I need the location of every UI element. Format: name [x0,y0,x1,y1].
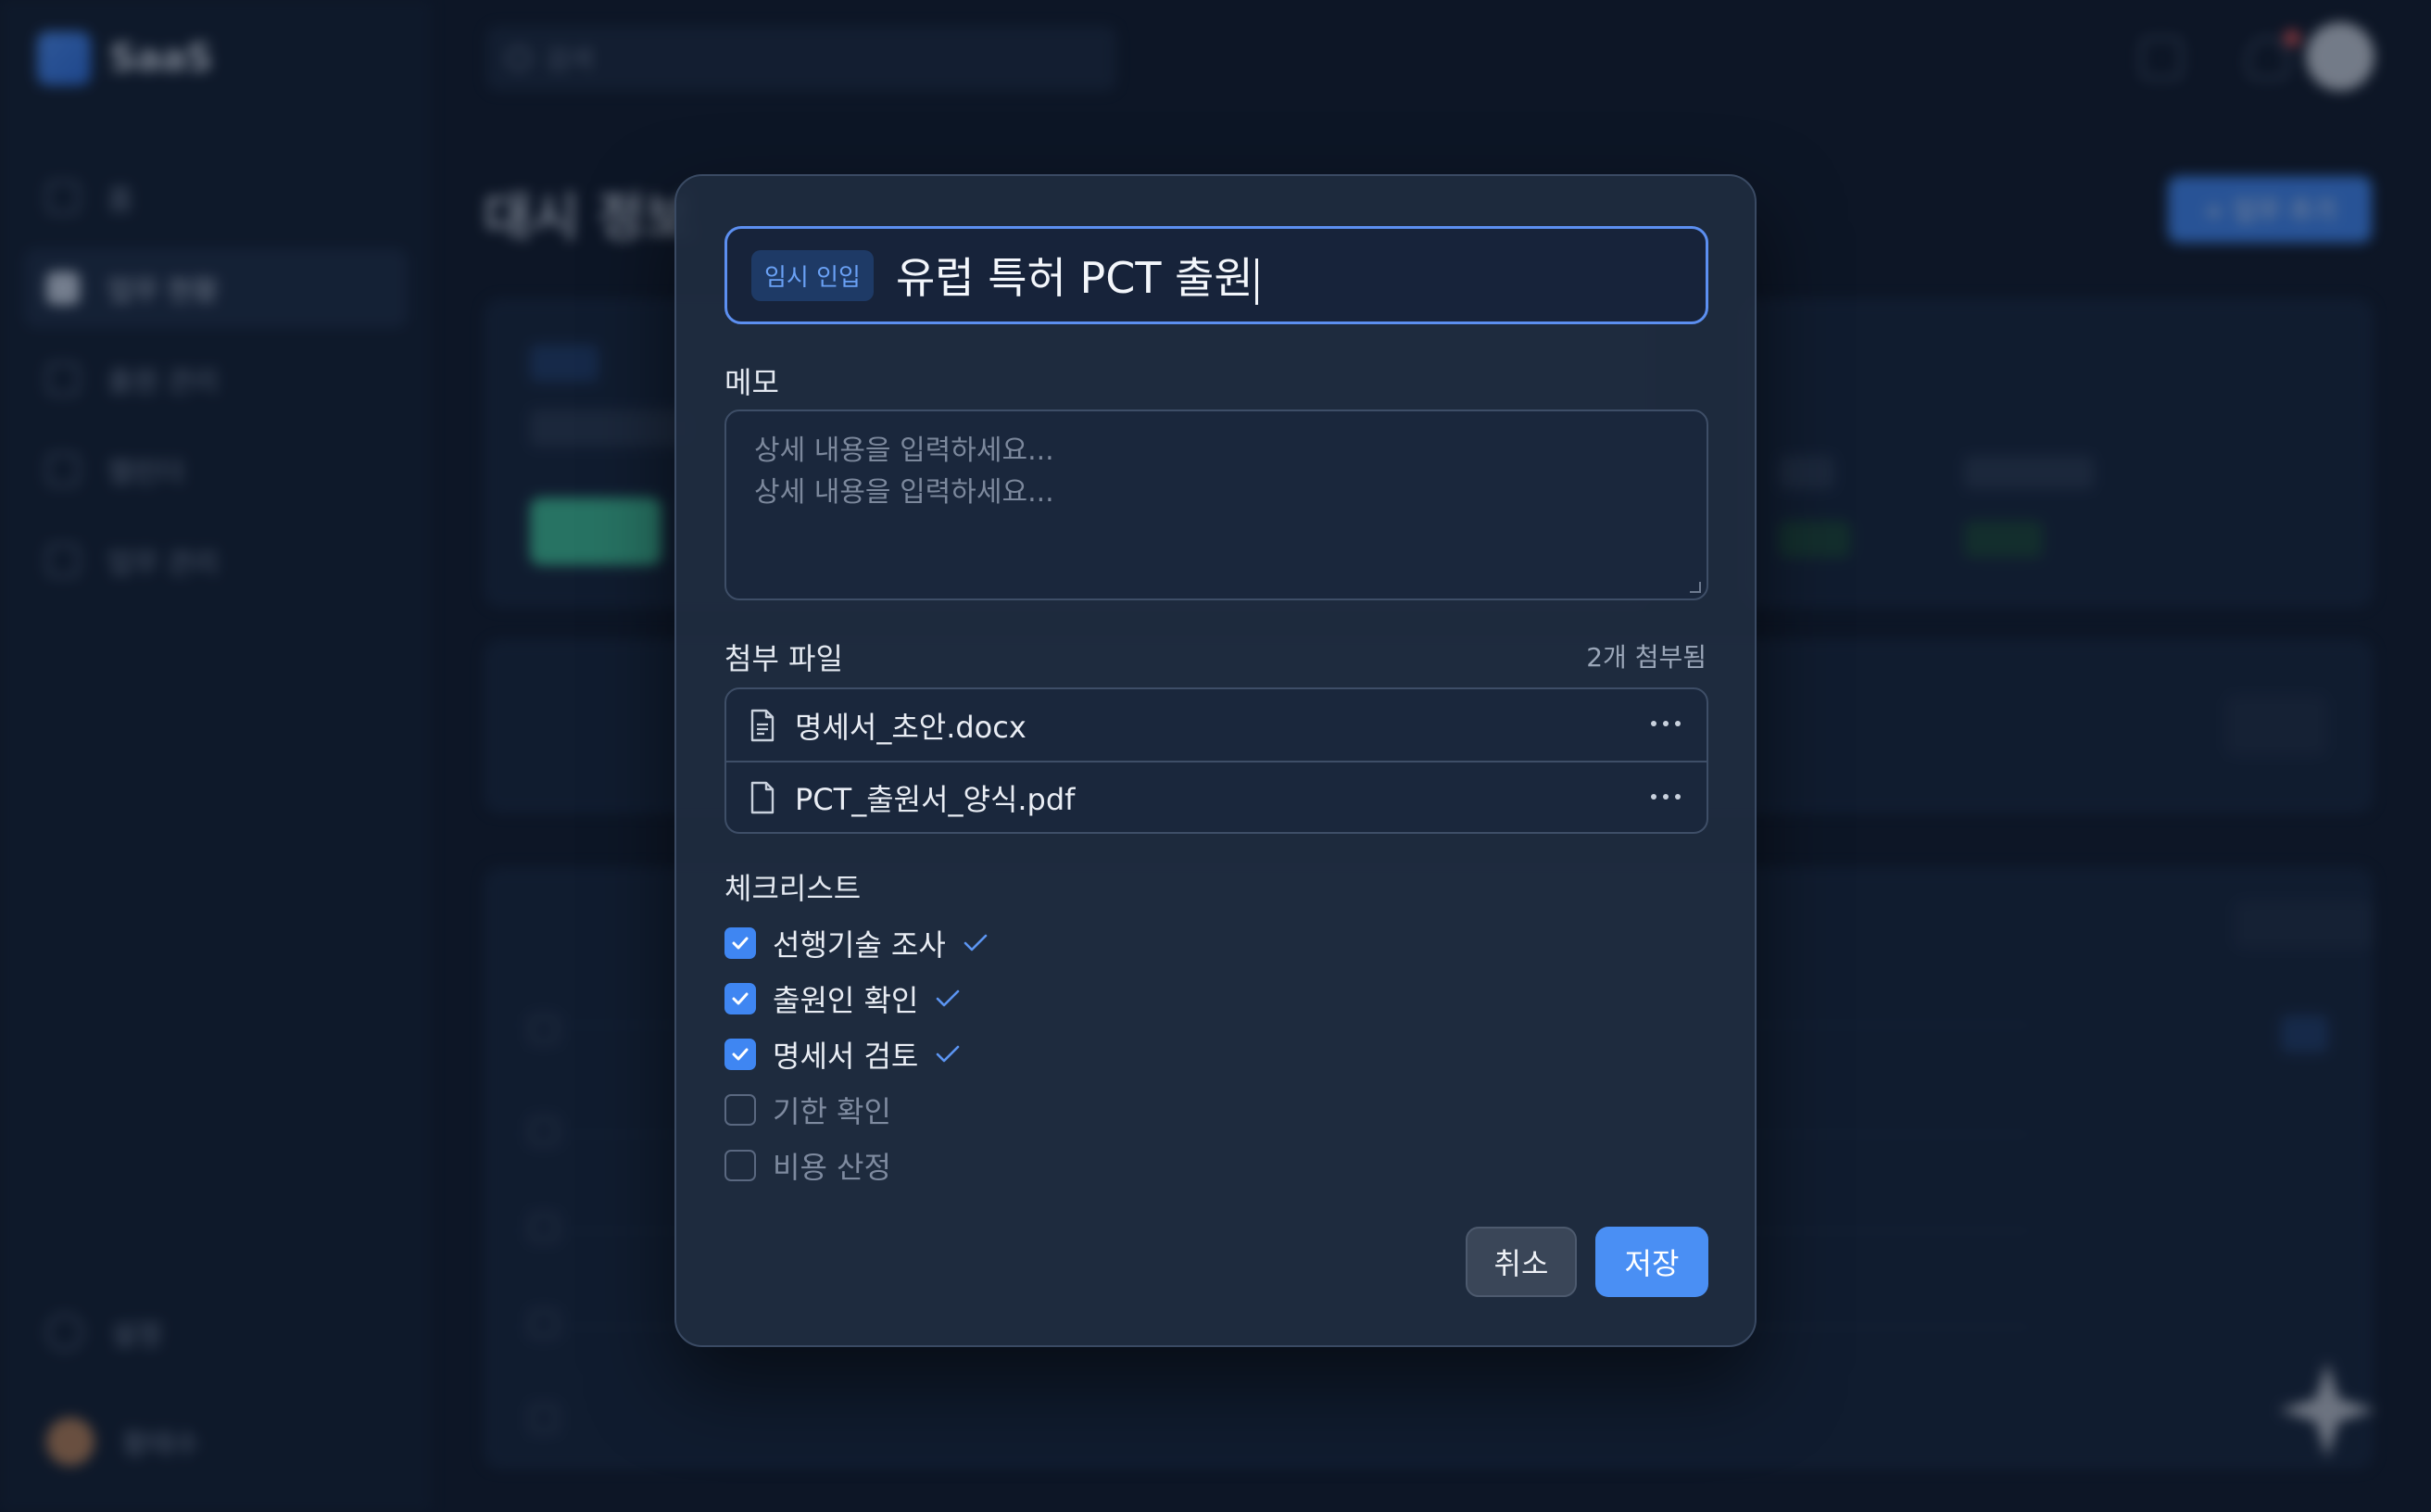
checkmark-icon [964,934,988,951]
avatar [46,1418,94,1466]
stat-pill [1779,521,1851,558]
sidebar-item-tasks[interactable]: 업무 관리 [24,521,408,600]
cancel-button[interactable]: 취소 [1466,1227,1577,1297]
sidebar-item-label: 캘린더 [107,457,184,489]
bell-icon[interactable] [2247,37,2289,80]
add-task-button[interactable]: + 업무 추가 [2168,176,2372,243]
checklist-item[interactable]: 선행기술 조사 [724,915,989,971]
status-chip[interactable]: 임시 인입 [751,249,874,301]
row-checkbox[interactable] [530,1117,558,1145]
checklist-item[interactable]: 명세서 검토 [724,1027,989,1082]
memo-label: 메모 [724,365,779,400]
attachment-item[interactable]: 명세서_초안.docx [726,689,1707,761]
filter-dropdown[interactable] [2235,901,2374,949]
checklist-label: 체크리스트 [724,871,862,906]
checklist-item[interactable]: 비용 산정 [724,1138,989,1193]
checkbox-unchecked[interactable] [724,1150,756,1181]
brand-logo-icon [37,32,91,85]
sidebar-item-label: 업무 현황 [107,275,219,308]
status-badge [530,345,598,382]
document-icon [46,362,80,396]
brand-name: SaaS [109,37,213,80]
more-horizontal-icon[interactable] [1649,788,1682,806]
checkmark-icon [937,1045,960,1063]
check-icon [732,1048,749,1061]
stat-pill [1964,521,2044,558]
sidebar-item-label: 설정 [111,1319,163,1352]
search-icon [507,46,531,70]
stats-card [1742,298,2374,608]
attachment-file-name: 명세서_초안.docx [795,709,1027,745]
grid-icon [46,271,80,305]
row-checkbox[interactable] [530,1015,558,1043]
memo-textarea[interactable]: 상세 내용을 입력하세요... 상세 내용을 입력하세요... [724,410,1708,600]
title-input-value: 유럽 특허 PCT 출원 [896,245,1258,306]
more-horizontal-icon[interactable] [1649,714,1682,733]
attachment-list: 명세서_초안.docx PCT_출원서_양식.pdf [724,687,1708,834]
attachment-item[interactable]: PCT_출원서_양식.pdf [726,761,1707,832]
sidebar-item-applications[interactable]: 출원 관리 [24,339,408,419]
sidebar-item-settings[interactable]: 설정 [46,1312,199,1353]
sidebar-item-label: 출원 관리 [107,366,219,398]
check-icon [732,992,749,1005]
sidebar-item-home[interactable]: 홈 [24,158,408,237]
document-lines-icon [750,709,775,741]
attachments-label: 첨부 파일 [724,641,843,676]
card-button[interactable] [2225,695,2327,756]
attachment-count: 2개 첨부됨 [1586,642,1707,673]
home-icon [46,181,80,214]
checkbox-checked[interactable] [724,927,756,959]
checkmark-icon [937,989,960,1007]
gear-icon [46,1314,83,1351]
memo-value: 상세 내용을 입력하세요... [754,476,1054,509]
task-edit-modal: 임시 인입 유럽 특허 PCT 출원 메모 상세 내용을 입력하세요... 상세… [674,174,1757,1347]
check-icon [732,937,749,950]
checkbox-checked[interactable] [724,983,756,1014]
card-title-placeholder [530,410,697,447]
row-checkbox[interactable] [530,1214,558,1241]
checklist-item-label: 출원인 확인 [773,983,919,1018]
checkbox-checked[interactable] [724,1039,756,1070]
sidebar: SaaS 홈 업무 현황 출원 관리 캘린더 업무 관리 설정 황태수 [0,0,431,1512]
checklist-item-label: 비용 산정 [773,1150,891,1185]
save-button[interactable]: 저장 [1595,1227,1708,1297]
topbar: 검색 [431,0,2431,116]
status-badge [2281,1015,2328,1052]
search-placeholder: 검색 [546,44,594,75]
sidebar-item-work-status[interactable]: 업무 현황 [24,248,408,328]
row-checkbox[interactable] [530,1310,558,1338]
checklist: 선행기술 조사 출원인 확인 명세서 검토 기한 확인 비용 산정 [724,915,989,1193]
file-icon [750,781,775,813]
user-profile[interactable]: 황태수 [46,1418,199,1466]
resize-handle-icon[interactable] [1690,582,1701,593]
checkbox-unchecked[interactable] [724,1094,756,1126]
checklist-item[interactable]: 출원인 확인 [724,971,989,1027]
attachment-file-name: PCT_출원서_양식.pdf [795,781,1076,817]
sidebar-item-label: 홈 [107,184,133,217]
search-input[interactable]: 검색 [486,26,1116,91]
sidebar-item-label: 업무 관리 [107,548,219,580]
stat-value [1779,456,1834,489]
row-checkbox[interactable] [530,1405,558,1432]
calendar-icon [46,453,80,486]
stat-value [1964,456,2094,489]
sidebar-nav: 홈 업무 현황 출원 관리 캘린더 업무 관리 [24,158,408,611]
folder-icon [46,544,80,577]
page-title: 대시 정보 [484,188,693,248]
checklist-item-label: 기한 확인 [773,1094,891,1129]
user-name: 황태수 [122,1429,199,1461]
sidebar-footer: 설정 황태수 [46,1312,199,1512]
title-input[interactable]: 임시 인입 유럽 특허 PCT 출원 [724,226,1708,324]
text-caret [1254,258,1258,305]
checklist-item-label: 명세서 검토 [773,1039,919,1074]
avatar[interactable] [2306,22,2374,91]
card-action-button[interactable] [530,498,662,565]
checklist-item[interactable]: 기한 확인 [724,1082,989,1138]
notification-badge [2284,30,2300,46]
checklist-item-label: 선행기술 조사 [773,927,946,963]
message-icon[interactable] [2140,37,2183,80]
memo-placeholder: 상세 내용을 입력하세요... [754,435,1054,467]
sidebar-item-calendar[interactable]: 캘린더 [24,430,408,510]
brand: SaaS [37,32,213,85]
